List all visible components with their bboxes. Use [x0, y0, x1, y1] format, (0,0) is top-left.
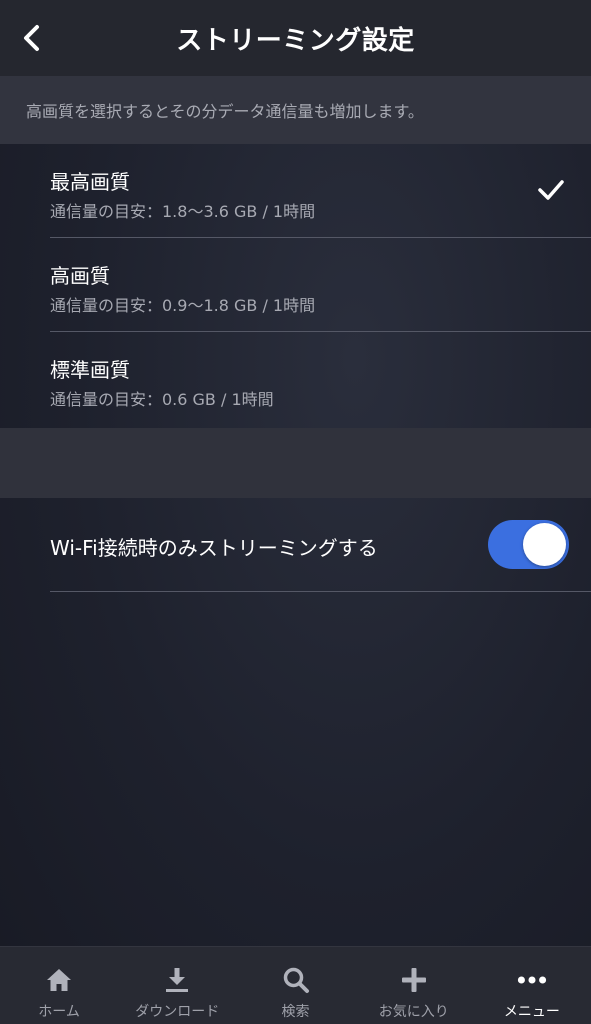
quality-option-title: 最高画質 — [50, 170, 130, 194]
description-band: 高画質を選択するとその分データ通信量も増加します。 — [0, 76, 591, 144]
quality-option-high[interactable]: 高画質 通信量の目安：0.9〜1.8 GB / 1時間 — [0, 238, 591, 332]
tab-home[interactable]: ホーム — [0, 947, 118, 1024]
bottom-tab-bar: ホーム ダウンロード 検索 お気に入り メニュー — [0, 946, 591, 1024]
tab-label: ホーム — [38, 1004, 80, 1020]
navigation-header: ストリーミング設定 — [0, 0, 591, 76]
quality-option-highest[interactable]: 最高画質 通信量の目安：1.8〜3.6 GB / 1時間 — [0, 144, 591, 238]
tab-label: ダウンロード — [135, 1004, 220, 1020]
tab-download[interactable]: ダウンロード — [118, 947, 236, 1024]
wifi-only-toggle[interactable] — [488, 520, 569, 569]
description-text: 高画質を選択するとその分データ通信量も増加します。 — [26, 102, 424, 121]
tab-menu[interactable]: メニュー — [473, 947, 591, 1024]
quality-option-title: 標準画質 — [50, 358, 130, 382]
home-icon — [44, 965, 74, 995]
download-icon — [162, 965, 192, 995]
divider — [50, 591, 591, 592]
wifi-only-label: Wi-Fi接続時のみストリーミングする — [50, 536, 378, 560]
more-dots-icon — [517, 965, 547, 995]
tab-label: 検索 — [281, 1004, 310, 1020]
section-separator — [0, 428, 591, 498]
page-title: ストリーミング設定 — [176, 26, 415, 56]
tab-favorites[interactable]: お気に入り — [355, 947, 473, 1024]
checkmark-icon — [538, 180, 564, 200]
search-icon — [281, 965, 311, 995]
tab-label: お気に入り — [378, 1004, 449, 1020]
plus-icon — [399, 965, 429, 995]
quality-option-standard[interactable]: 標準画質 通信量の目安：0.6 GB / 1時間 — [0, 332, 591, 426]
tab-label: メニュー — [503, 1004, 560, 1020]
quality-options-list: 最高画質 通信量の目安：1.8〜3.6 GB / 1時間 高画質 通信量の目安：… — [0, 144, 591, 428]
quality-option-usage: 通信量の目安：0.9〜1.8 GB / 1時間 — [50, 296, 316, 315]
quality-option-title: 高画質 — [50, 264, 110, 288]
wifi-only-setting-row: Wi-Fi接続時のみストリーミングする — [0, 498, 591, 592]
streaming-settings-screen: ストリーミング設定 高画質を選択するとその分データ通信量も増加します。 最高画質… — [0, 0, 591, 1024]
quality-option-usage: 通信量の目安：0.6 GB / 1時間 — [50, 390, 274, 409]
quality-option-usage: 通信量の目安：1.8〜3.6 GB / 1時間 — [50, 202, 316, 221]
toggle-knob — [523, 523, 566, 566]
tab-search[interactable]: 検索 — [236, 947, 354, 1024]
